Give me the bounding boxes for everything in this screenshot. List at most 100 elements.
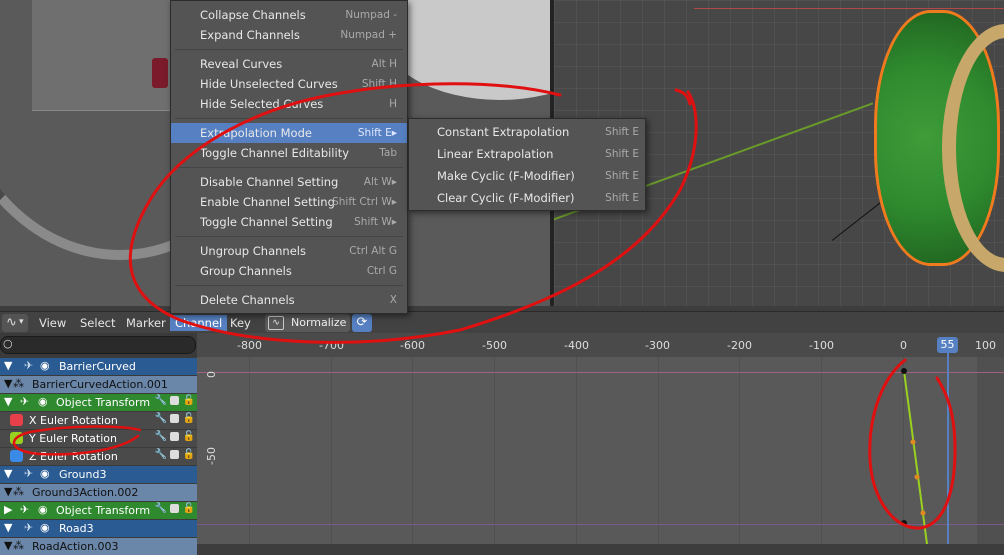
ruler-tick: -600 bbox=[400, 339, 425, 352]
graph-area[interactable]: -800 -700 -600 -500 -400 -300 -200 -100 … bbox=[197, 333, 1004, 544]
menu-item-label: Toggle Channel Setting bbox=[200, 215, 333, 229]
menu-marker[interactable]: Marker bbox=[121, 315, 171, 331]
channel-row-group[interactable]: ▼ ✈ ◉ Object Transform 🔧 🔓 bbox=[0, 394, 197, 411]
menu-item-shortcut: Shift E bbox=[605, 170, 639, 182]
menu-item-ungroup-channels[interactable]: Ungroup Channels Ctrl Alt G bbox=[171, 241, 407, 261]
grid-line bbox=[331, 357, 332, 544]
lock-icon[interactable]: 🔓 bbox=[183, 395, 195, 406]
eye-icon[interactable]: ◉ bbox=[38, 395, 48, 408]
channel-label: Ground3 bbox=[59, 468, 107, 481]
grid-line bbox=[739, 357, 740, 544]
checkbox-icon[interactable] bbox=[170, 449, 180, 459]
row-controls: 🔧 🔓 bbox=[155, 503, 195, 514]
normalize-toggle[interactable]: ∿ Normalize bbox=[265, 314, 350, 332]
submenu-item-linear-extrapolation[interactable]: Linear Extrapolation Shift E bbox=[409, 143, 645, 165]
pin-icon: ✈ bbox=[24, 359, 34, 372]
keyframe-point[interactable] bbox=[901, 520, 907, 526]
row-controls: 🔧 🔓 bbox=[155, 431, 195, 442]
current-frame-indicator[interactable]: 55 bbox=[937, 337, 958, 353]
menu-item-toggle-channel-setting[interactable]: Toggle Channel Setting Shift W▸ bbox=[171, 212, 407, 232]
menu-item-hide-unselected-curves[interactable]: Hide Unselected Curves Shift H bbox=[171, 74, 407, 94]
grid-line bbox=[576, 357, 577, 544]
lock-icon[interactable]: 🔓 bbox=[183, 503, 195, 514]
eye-icon[interactable]: ◉ bbox=[40, 467, 50, 480]
menu-item-toggle-channel-editability[interactable]: Toggle Channel Editability Tab bbox=[171, 143, 407, 163]
scene-end-region bbox=[977, 357, 1004, 544]
triangle-icon: ▼ bbox=[4, 377, 13, 390]
checkbox-icon[interactable] bbox=[170, 431, 180, 441]
eye-icon[interactable] bbox=[10, 450, 23, 462]
keyframe-handle[interactable] bbox=[914, 474, 920, 480]
menu-select[interactable]: Select bbox=[75, 315, 120, 331]
channel-label: BarrierCurvedAction.001 bbox=[32, 378, 168, 391]
search-input[interactable]: ○ bbox=[0, 336, 196, 354]
channel-row-fcurve-x[interactable]: X Euler Rotation 🔧 🔓 bbox=[0, 412, 197, 429]
menu-channel[interactable]: Channel bbox=[170, 315, 228, 331]
channel-row-object[interactable]: ▼ ✈ ◉ Ground3 bbox=[0, 466, 197, 483]
checkbox-icon[interactable] bbox=[170, 503, 180, 513]
menu-separator bbox=[175, 118, 403, 119]
wrench-icon[interactable]: 🔧 bbox=[155, 503, 167, 514]
wrench-icon[interactable]: 🔧 bbox=[155, 395, 167, 406]
value-guide-line bbox=[197, 524, 1004, 525]
wrench-icon[interactable]: 🔧 bbox=[155, 449, 167, 460]
channel-row-action[interactable]: ▼ ⁂ RoadAction.003 bbox=[0, 538, 197, 555]
frame-ruler[interactable]: -800 -700 -600 -500 -400 -300 -200 -100 … bbox=[197, 333, 1004, 357]
menu-item-enable-channel-setting[interactable]: Enable Channel Setting Shift Ctrl W▸ bbox=[171, 192, 407, 212]
submenu-item-constant-extrapolation[interactable]: Constant Extrapolation Shift E bbox=[409, 121, 645, 143]
submenu-item-clear-cyclic[interactable]: Clear Cyclic (F-Modifier) Shift E bbox=[409, 187, 645, 209]
channel-row-action[interactable]: ▼ ⁂ Ground3Action.002 bbox=[0, 484, 197, 501]
x-axis-line bbox=[694, 8, 1004, 9]
channel-label: Y Euler Rotation bbox=[29, 432, 117, 445]
ruler-tick: -200 bbox=[727, 339, 752, 352]
channel-label: Ground3Action.002 bbox=[32, 486, 139, 499]
eye-icon[interactable]: ◉ bbox=[38, 503, 48, 516]
keyframe-point[interactable] bbox=[901, 368, 907, 374]
keyframe-handle[interactable] bbox=[910, 439, 916, 445]
menu-item-extrapolation-mode[interactable]: Extrapolation Mode Shift E▸ bbox=[171, 123, 407, 143]
keyframe-handle[interactable] bbox=[920, 510, 926, 516]
lock-icon[interactable]: 🔓 bbox=[183, 449, 195, 460]
menu-item-group-channels[interactable]: Group Channels Ctrl G bbox=[171, 261, 407, 281]
action-icon: ⁂ bbox=[13, 485, 24, 498]
checkbox-icon[interactable] bbox=[170, 395, 180, 405]
channel-row-object[interactable]: ▼ ✈ ◉ BarrierCurved bbox=[0, 358, 197, 375]
channel-row-group[interactable]: ▶ ✈ ◉ Object Transform 🔧 🔓 bbox=[0, 502, 197, 519]
menu-item-delete-channels[interactable]: Delete Channels X bbox=[171, 290, 407, 310]
wrench-icon[interactable]: 🔧 bbox=[155, 431, 167, 442]
checkbox-icon[interactable] bbox=[170, 413, 180, 423]
wrench-icon[interactable]: 🔧 bbox=[155, 413, 167, 424]
channel-row-fcurve-y[interactable]: Y Euler Rotation 🔧 🔓 bbox=[0, 430, 197, 447]
menu-item-expand-channels[interactable]: Expand Channels Numpad + bbox=[171, 25, 407, 45]
menu-key[interactable]: Key bbox=[225, 315, 256, 331]
menu-item-shortcut: Alt H bbox=[371, 58, 397, 70]
eye-icon[interactable]: ◉ bbox=[40, 359, 50, 372]
channel-row-action[interactable]: ▼ ⁂ BarrierCurvedAction.001 bbox=[0, 376, 197, 393]
value-label: -50 bbox=[205, 447, 218, 465]
grid-line bbox=[494, 357, 495, 544]
submenu-item-make-cyclic[interactable]: Make Cyclic (F-Modifier) Shift E bbox=[409, 165, 645, 187]
menu-item-label: Expand Channels bbox=[200, 28, 300, 42]
ruler-tick: -300 bbox=[645, 339, 670, 352]
grid-line bbox=[658, 357, 659, 544]
lock-icon[interactable]: 🔓 bbox=[183, 413, 195, 424]
lock-icon[interactable]: 🔓 bbox=[183, 431, 195, 442]
menu-item-label: Reveal Curves bbox=[200, 57, 283, 71]
channel-row-fcurve-z[interactable]: Z Euler Rotation 🔧 🔓 bbox=[0, 448, 197, 465]
channel-row-object[interactable]: ▼ ✈ ◉ Road3 bbox=[0, 520, 197, 537]
menu-item-hide-selected-curves[interactable]: Hide Selected Curves H bbox=[171, 94, 407, 114]
menu-item-shortcut: Shift H bbox=[361, 78, 397, 90]
menu-view[interactable]: View bbox=[34, 315, 71, 331]
eye-icon[interactable]: ◉ bbox=[40, 521, 50, 534]
menu-item-disable-channel-setting[interactable]: Disable Channel Setting Alt W▸ bbox=[171, 172, 407, 192]
playhead-line[interactable] bbox=[947, 353, 949, 544]
menu-item-shortcut: Shift Ctrl W▸ bbox=[332, 196, 397, 208]
fcurve-y-line[interactable] bbox=[903, 370, 928, 544]
sync-icon[interactable]: ⟳ bbox=[352, 314, 372, 332]
editor-type-selector[interactable]: ∿ ▾ bbox=[2, 314, 28, 332]
eye-icon[interactable] bbox=[10, 432, 23, 444]
eye-icon[interactable] bbox=[10, 414, 23, 426]
menu-item-reveal-curves[interactable]: Reveal Curves Alt H bbox=[171, 54, 407, 74]
channel-label: Object Transform bbox=[56, 396, 151, 409]
menu-item-collapse-channels[interactable]: Collapse Channels Numpad - bbox=[171, 5, 407, 25]
